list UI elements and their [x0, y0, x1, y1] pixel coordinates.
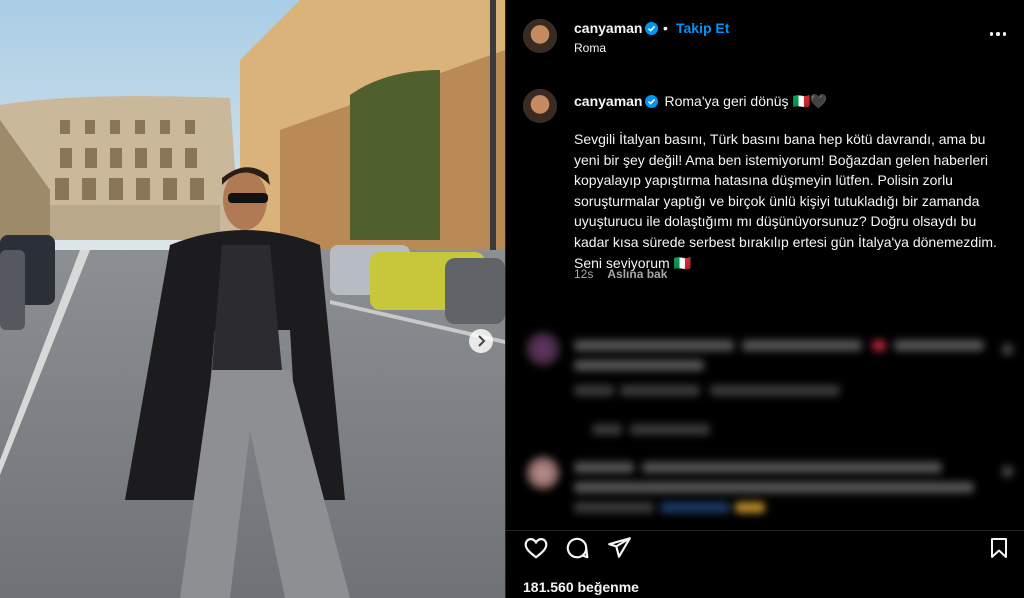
comment-icon[interactable]: [564, 535, 590, 561]
caption-title: Roma'ya geri dönüş 🇮🇹🖤: [664, 93, 828, 109]
like-count[interactable]: 181.560 beğenme: [523, 579, 639, 595]
caption-username[interactable]: canyaman: [574, 93, 642, 109]
separator-dot: •: [663, 20, 668, 36]
post-header: canyaman • Takip Et Roma: [506, 0, 1024, 72]
caption-body: Sevgili İtalyan basını, Türk basını bana…: [574, 131, 997, 271]
comment-avatar: [526, 332, 560, 366]
see-translation-link[interactable]: Aslına bak: [607, 267, 667, 281]
caption-header: canyaman Roma'ya geri dönüş 🇮🇹🖤: [574, 93, 827, 110]
post-side-panel: canyaman • Takip Et Roma canyaman Roma'ya…: [505, 0, 1024, 598]
post-photo[interactable]: [0, 0, 505, 598]
username-text: canyaman: [574, 20, 643, 36]
chevron-right-icon: [478, 335, 486, 347]
avatar[interactable]: [523, 19, 557, 53]
blurred-comment: [520, 452, 1020, 522]
comment-avatar: [526, 456, 560, 490]
blurred-replies: [520, 418, 1020, 442]
verified-badge-icon: [645, 22, 659, 35]
username-link[interactable]: canyaman: [574, 20, 659, 36]
action-bar: [506, 530, 1024, 564]
follow-button[interactable]: Takip Et: [676, 20, 729, 36]
next-photo-button[interactable]: [469, 329, 493, 353]
bookmark-icon[interactable]: [987, 535, 1011, 561]
more-options-icon[interactable]: [987, 26, 1009, 42]
caption-meta: 12s Aslına bak: [574, 267, 667, 281]
location-link[interactable]: Roma: [574, 41, 606, 55]
verified-badge-icon: [645, 95, 659, 108]
paper-plane-icon[interactable]: [606, 535, 632, 561]
caption-avatar[interactable]: [523, 89, 557, 123]
timestamp: 12s: [574, 267, 594, 281]
rome-street-photo: [0, 0, 505, 598]
heart-icon[interactable]: [523, 535, 549, 561]
blurred-comment: [520, 330, 1020, 410]
